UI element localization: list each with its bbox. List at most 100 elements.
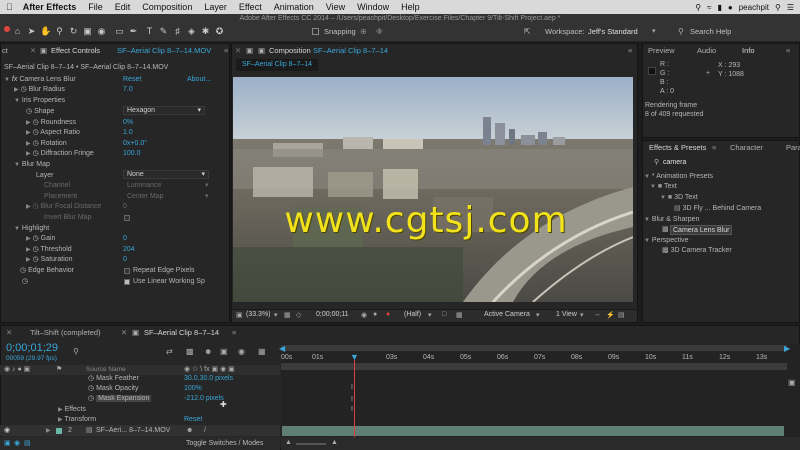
blur-map-row[interactable]: ▼ Blur Map — [14, 160, 50, 170]
rectangle-tool-icon[interactable]: ▭ — [114, 26, 125, 37]
frame-blending-icon[interactable]: ▣ — [220, 347, 228, 356]
chevron-down-icon[interactable]: ▾ — [536, 311, 540, 319]
stopwatch-icon[interactable]: ◷ — [33, 119, 39, 126]
search-icon[interactable]: ⚲ — [73, 347, 79, 356]
threshold-row[interactable]: ▶ ◷ Threshold — [26, 245, 72, 255]
transfer-controls-icon[interactable]: ◉ — [14, 439, 20, 449]
close-tab-icon[interactable]: ✕ — [121, 326, 127, 340]
work-area-bar[interactable] — [281, 363, 787, 370]
menu-user-name[interactable]: peachpit — [739, 3, 769, 12]
snap-options-icon[interactable]: ⊕ — [360, 27, 367, 36]
gain-row[interactable]: ▶ ◷ Gain — [26, 234, 55, 244]
layer-name[interactable]: SF–Aeri... 8–7–14.MOV — [96, 426, 170, 436]
roundness-value[interactable]: 0% — [123, 118, 133, 128]
layer-dropdown[interactable]: None ▾ — [123, 170, 209, 179]
expand-layer-icon[interactable]: ▶ — [46, 426, 51, 436]
panel-menu-icon[interactable]: ≡ — [786, 44, 790, 58]
menu-effect[interactable]: Effect — [233, 2, 268, 12]
camera-tool-icon[interactable]: ▣ — [82, 26, 93, 37]
stopwatch-icon[interactable]: ◷ — [33, 140, 39, 147]
reset-button[interactable]: Reset — [123, 75, 141, 85]
close-tab-icon[interactable]: ✕ — [30, 44, 36, 58]
pan-behind-tool-icon[interactable]: ◉ — [96, 26, 107, 37]
aspect-ratio-value[interactable]: 1.0 — [123, 128, 133, 138]
playhead-line[interactable] — [354, 360, 355, 438]
panel-menu-icon[interactable]: ≡ — [224, 44, 228, 58]
blur-radius-row[interactable]: ▶ ◷ Blur Radius — [14, 85, 65, 95]
menu-app-name[interactable]: After Effects — [19, 2, 83, 12]
rotate-tool-icon[interactable]: ↻ — [68, 26, 79, 37]
stopwatch-icon[interactable]: ◷ — [22, 277, 28, 287]
menu-help[interactable]: Help — [395, 2, 426, 12]
navigator-end-handle[interactable]: ▶ — [784, 344, 790, 353]
time-navigator[interactable] — [281, 345, 787, 351]
roto-brush-tool-icon[interactable]: ✱ — [200, 26, 211, 37]
resolution-select[interactable]: (Half) — [404, 311, 421, 318]
tab-tilt-shift[interactable]: Tilt–Shift (completed) — [30, 326, 101, 340]
hand-tool-icon[interactable]: ✋ — [40, 26, 51, 37]
layer-switches-icon[interactable]: ▣ — [4, 439, 11, 449]
comp-button-icon[interactable]: ▣ — [788, 378, 796, 387]
resize-icon[interactable]: ⇱ — [524, 27, 531, 36]
transform-row[interactable]: ▶ Transform — [58, 415, 96, 425]
tab-paragraph[interactable]: Para — [786, 141, 800, 155]
clone-tool-icon[interactable]: ♯ — [172, 26, 183, 37]
shape-dropdown[interactable]: Hexagon ▾ — [123, 106, 205, 115]
workspace-select[interactable]: Jeff's Standard — [588, 27, 638, 36]
mask-opacity-value[interactable]: 100% — [184, 384, 202, 394]
tab-previous-cut[interactable]: ct — [2, 44, 8, 58]
mask-expansion-value[interactable]: -212.0 pixels — [184, 394, 224, 404]
roundness-row[interactable]: ▶ ◷ Roundness — [26, 118, 76, 128]
iris-properties-row[interactable]: ▼ Iris Properties — [14, 96, 65, 106]
snapshot-icon[interactable]: ◉ — [361, 311, 367, 319]
zoom-select[interactable]: (33.3%) — [246, 311, 271, 318]
zoom-tool-icon[interactable]: ⚲ — [54, 26, 65, 37]
menu-composition[interactable]: Composition — [136, 2, 198, 12]
list-icon[interactable]: ☰ — [787, 3, 794, 12]
shy-layers-icon[interactable]: ☻ — [204, 347, 212, 356]
show-snapshot-icon[interactable]: ● — [373, 311, 377, 318]
stopwatch-icon[interactable]: ◷ — [33, 235, 39, 242]
composition-subtab[interactable]: SF–Aerial Clip 8–7–14 — [236, 59, 319, 71]
fast-previews-icon[interactable]: ⚡ — [606, 311, 615, 319]
motion-blur-icon[interactable]: ◉ — [238, 347, 245, 356]
snapping-checkbox[interactable] — [312, 28, 319, 35]
repeat-edge-checkbox[interactable] — [124, 268, 130, 274]
tab-effects-presets[interactable]: Effects & Presets — [649, 141, 706, 155]
stopwatch-icon[interactable]: ◷ — [88, 385, 94, 392]
stopwatch-icon[interactable]: ◷ — [21, 86, 27, 93]
apple-icon[interactable]:  — [0, 2, 19, 12]
chevron-down-icon[interactable]: ▾ — [428, 311, 432, 319]
tab-audio[interactable]: Audio — [697, 44, 716, 58]
blur-radius-value[interactable]: 7.0 — [123, 85, 133, 95]
text-folder[interactable]: ▼ ■ Text — [650, 182, 677, 192]
mask-visibility-icon[interactable]: ◇ — [296, 311, 301, 319]
linear-working-checkbox[interactable] — [124, 279, 130, 285]
perspective-folder[interactable]: ▼ Perspective — [644, 236, 688, 246]
search-icon[interactable]: ⚲ — [695, 3, 701, 12]
rotation-value[interactable]: 0x+0.0° — [123, 139, 147, 149]
tab-effect-layer[interactable]: SF–Aerial Clip 8–7–14.MOV — [117, 44, 211, 58]
zoom-out-icon[interactable]: ▲ — [285, 439, 292, 446]
composition-viewer[interactable] — [233, 77, 633, 302]
timeline-current-time[interactable]: 0;00;01;29 — [6, 342, 58, 354]
current-time-display[interactable]: 0;00;00;11 — [316, 311, 349, 318]
stopwatch-icon[interactable]: ◷ — [88, 375, 94, 382]
grid-icon[interactable]: ▦ — [284, 311, 291, 319]
tab-preview[interactable]: Preview — [648, 44, 675, 58]
effect-header[interactable]: ▼ fx Camera Lens Blur — [4, 75, 76, 85]
navigator-start-handle[interactable]: ◀ — [279, 344, 285, 353]
layer-switch-icon[interactable]: ☻ — [186, 426, 193, 436]
blur-sharpen-folder[interactable]: ▼ Blur & Sharpen — [644, 215, 699, 225]
camera-view-select[interactable]: Active Camera — [484, 311, 530, 318]
panel-menu-icon[interactable]: ≡ — [232, 326, 236, 340]
saturation-value[interactable]: 0 — [123, 255, 127, 265]
rotation-row[interactable]: ▶ ◷ Rotation — [26, 139, 67, 149]
region-of-interest-icon[interactable]: □ — [442, 311, 446, 318]
menu-file[interactable]: File — [82, 2, 109, 12]
diffraction-value[interactable]: 100.0 — [123, 149, 141, 159]
search-help-input[interactable]: Search Help — [690, 27, 731, 36]
transform-reset-button[interactable]: Reset — [184, 415, 202, 425]
close-tab-icon[interactable]: ✕ — [6, 326, 12, 340]
always-preview-icon[interactable]: ▣ — [236, 311, 243, 319]
